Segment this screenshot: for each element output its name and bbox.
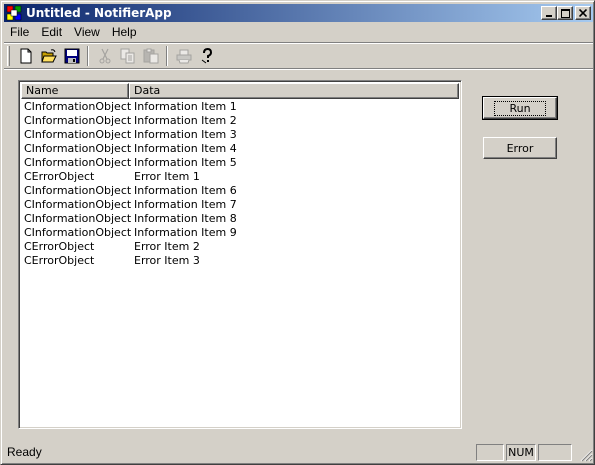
client-area: Name Data CInformationObject Information … xyxy=(4,70,593,440)
list-item[interactable]: CErrorObject Error Item 1 xyxy=(21,170,459,184)
status-text: Ready xyxy=(7,445,42,459)
size-grip-icon[interactable] xyxy=(579,448,593,462)
help-icon xyxy=(201,48,212,64)
list-item-name: CInformationObject xyxy=(24,100,132,113)
column-header-name[interactable]: Name xyxy=(21,83,129,99)
menu-bar: File Edit View Help xyxy=(4,23,143,42)
error-button-label: Error xyxy=(506,141,534,155)
list-item-data: Information Item 5 xyxy=(134,156,237,169)
list-item-name: CErrorObject xyxy=(24,170,95,183)
close-icon xyxy=(579,9,587,17)
app-window: Untitled - NotifierApp File Edit View He… xyxy=(0,0,595,465)
menu-edit[interactable]: Edit xyxy=(35,23,68,42)
list-item-data: Information Item 6 xyxy=(134,184,237,197)
list-item-data: Information Item 8 xyxy=(134,212,237,225)
list-item-name: CInformationObject xyxy=(24,226,132,239)
new-button[interactable] xyxy=(14,45,37,67)
status-panel-scroll xyxy=(538,444,572,461)
list-item-data: Information Item 3 xyxy=(134,128,237,141)
list-item-name: CErrorObject xyxy=(24,240,95,253)
cut-icon xyxy=(99,48,110,64)
list-item[interactable]: CErrorObject Error Item 2 xyxy=(21,240,459,254)
list-item-data: Error Item 3 xyxy=(134,254,200,267)
print-button[interactable] xyxy=(172,45,195,67)
status-bar: Ready NUM xyxy=(4,442,593,462)
list-item[interactable]: CErrorObject Error Item 3 xyxy=(21,254,459,268)
list-item[interactable]: CInformationObject Information Item 4 xyxy=(21,142,459,156)
toolbar-separator xyxy=(87,46,89,66)
list-item-data: Error Item 1 xyxy=(134,170,200,183)
run-button-label: Run xyxy=(494,100,546,116)
list-item-data: Information Item 1 xyxy=(134,100,237,113)
maximize-icon xyxy=(560,8,570,18)
list-item-name: CInformationObject xyxy=(24,184,132,197)
status-panel-num: NUM xyxy=(506,444,536,461)
help-button[interactable] xyxy=(195,45,218,67)
window-title: Untitled - NotifierApp xyxy=(26,6,172,20)
toolbar-grip[interactable] xyxy=(7,46,10,66)
minimize-icon xyxy=(546,15,552,17)
app-icon[interactable] xyxy=(6,5,22,21)
save-icon xyxy=(64,48,79,64)
list-item[interactable]: CInformationObject Information Item 9 xyxy=(21,226,459,240)
new-file-icon xyxy=(20,48,31,64)
menu-help[interactable]: Help xyxy=(106,23,143,42)
list-header: Name Data xyxy=(21,83,459,99)
run-button[interactable]: Run xyxy=(482,96,558,120)
list-item-data: Information Item 7 xyxy=(134,198,237,211)
save-button[interactable] xyxy=(60,45,83,67)
list-item-name: CInformationObject xyxy=(24,198,132,211)
cut-button[interactable] xyxy=(93,45,116,67)
copy-button[interactable] xyxy=(116,45,139,67)
paste-icon xyxy=(143,48,158,64)
column-header-data[interactable]: Data xyxy=(129,83,459,99)
paste-button[interactable] xyxy=(139,45,162,67)
title-bar[interactable]: Untitled - NotifierApp xyxy=(4,4,593,22)
list-item[interactable]: CInformationObject Information Item 6 xyxy=(21,184,459,198)
maximize-button[interactable] xyxy=(557,6,573,20)
toolbar-separator xyxy=(166,46,168,66)
close-button[interactable] xyxy=(575,6,591,20)
copy-icon xyxy=(120,48,134,64)
list-item[interactable]: CInformationObject Information Item 8 xyxy=(21,212,459,226)
open-button[interactable] xyxy=(37,45,60,67)
list-item-name: CInformationObject xyxy=(24,156,132,169)
menu-file[interactable]: File xyxy=(4,23,35,42)
list-item-data: Information Item 9 xyxy=(134,226,237,239)
list-item-name: CInformationObject xyxy=(24,212,132,225)
status-panel-caps xyxy=(476,444,504,461)
list-item[interactable]: CInformationObject Information Item 5 xyxy=(21,156,459,170)
menu-view[interactable]: View xyxy=(68,23,106,42)
list-item-name: CErrorObject xyxy=(24,254,95,267)
list-item-data: Information Item 4 xyxy=(134,142,237,155)
open-folder-icon xyxy=(40,49,57,63)
print-icon xyxy=(176,49,191,64)
list-item-name: CInformationObject xyxy=(24,128,132,141)
error-button[interactable]: Error xyxy=(483,137,557,159)
list-item-data: Error Item 2 xyxy=(134,240,200,253)
toolbar xyxy=(4,44,593,68)
list-rows: CInformationObject Information Item 1 CInf… xyxy=(21,100,459,268)
list-item[interactable]: CInformationObject Information Item 2 xyxy=(21,114,459,128)
list-item[interactable]: CInformationObject Information Item 7 xyxy=(21,198,459,212)
list-item[interactable]: CInformationObject Information Item 1 xyxy=(21,100,459,114)
minimize-button[interactable] xyxy=(541,6,557,20)
list-item[interactable]: CInformationObject Information Item 3 xyxy=(21,128,459,142)
list-item-name: CInformationObject xyxy=(24,114,132,127)
list-item-name: CInformationObject xyxy=(24,142,132,155)
items-list-view[interactable]: Name Data CInformationObject Information … xyxy=(18,80,462,429)
list-item-data: Information Item 2 xyxy=(134,114,237,127)
